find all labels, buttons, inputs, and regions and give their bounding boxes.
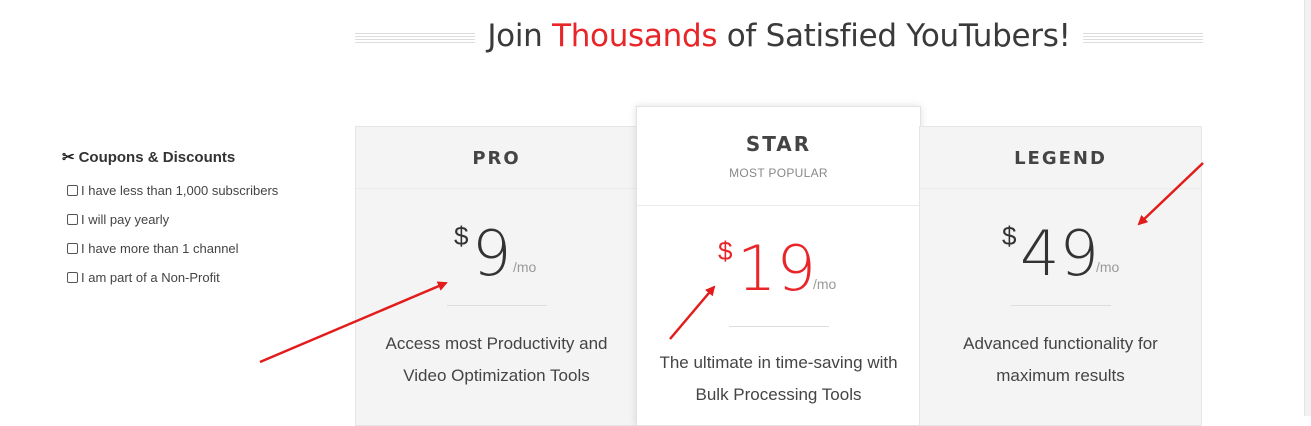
plan-name: LEGEND	[1014, 148, 1107, 169]
price-divider	[1010, 305, 1111, 306]
checkbox-yearly[interactable]	[67, 214, 78, 225]
price-amount: 49	[1020, 217, 1099, 290]
currency-symbol: $	[718, 236, 733, 266]
coupon-option-multi-channel[interactable]: I have more than 1 channel	[67, 241, 278, 256]
description-line-1: Access most Productivity and	[385, 334, 608, 353]
plan-name: PRO	[472, 148, 521, 169]
description-line-1: Advanced functionality for	[963, 334, 1158, 353]
plan-name: STAR	[745, 132, 812, 156]
description-line-1: The ultimate in time-saving with	[659, 353, 898, 372]
coupon-option-label: I am part of a Non-Profit	[81, 270, 220, 285]
title-highlight: Thousands	[552, 18, 718, 54]
most-popular-badge: MOST POPULAR	[729, 166, 828, 180]
heading-divider-right	[1082, 33, 1204, 43]
description-line-2: maximum results	[996, 366, 1125, 385]
coupon-option-nonprofit[interactable]: I am part of a Non-Profit	[67, 270, 278, 285]
plan-card-star[interactable]: STAR MOST POPULAR $ 19 /mo The ultimate …	[636, 106, 921, 426]
plan-header: STAR MOST POPULAR	[637, 107, 920, 206]
price-amount: 19	[737, 232, 816, 305]
plan-header: PRO	[356, 127, 637, 189]
coupon-option-label: I have more than 1 channel	[81, 241, 239, 256]
price-divider	[446, 305, 547, 306]
title-part-1: Join	[487, 18, 553, 54]
plan-description: Advanced functionality for maximum resul…	[920, 328, 1201, 392]
plan-card-pro[interactable]: PRO $ 9 /mo Access most Productivity and…	[355, 126, 638, 426]
plan-description: The ultimate in time-saving with Bulk Pr…	[637, 347, 920, 411]
price-amount: 9	[472, 217, 512, 290]
coupons-title-label: Coupons & Discounts	[78, 148, 236, 166]
checkbox-small-channel[interactable]	[67, 185, 78, 196]
currency-symbol: $	[454, 221, 469, 251]
plan-price: $ 19 /mo	[637, 232, 920, 310]
page-scrollbar[interactable]	[1304, 0, 1311, 416]
price-period: /mo	[513, 259, 537, 275]
plan-price: $ 9 /mo	[356, 217, 637, 295]
price-period: /mo	[813, 276, 837, 292]
scissors-icon: ✂	[62, 149, 75, 166]
plan-price: $ 49 /mo	[920, 217, 1201, 295]
description-line-2: Bulk Processing Tools	[695, 385, 862, 404]
section-heading: Join Thousands of Satisfied YouTubers!	[355, 14, 1204, 58]
plan-header: LEGEND	[920, 127, 1201, 189]
coupon-option-small-channel[interactable]: I have less than 1,000 subscribers	[67, 183, 278, 198]
plan-card-legend[interactable]: LEGEND $ 49 /mo Advanced functionality f…	[919, 126, 1202, 426]
price-divider	[728, 326, 829, 327]
coupon-option-label: I will pay yearly	[81, 212, 170, 227]
checkbox-nonprofit[interactable]	[67, 272, 78, 283]
checkbox-multi-channel[interactable]	[67, 243, 78, 254]
page-title: Join Thousands of Satisfied YouTubers!	[475, 18, 1082, 54]
title-part-2: of Satisfied YouTubers!	[717, 18, 1071, 54]
coupons-title: ✂ Coupons & Discounts	[62, 148, 278, 167]
plan-description: Access most Productivity and Video Optim…	[356, 328, 637, 392]
coupons-panel: ✂ Coupons & Discounts I have less than 1…	[62, 148, 278, 286]
price-period: /mo	[1096, 259, 1120, 275]
coupon-option-yearly[interactable]: I will pay yearly	[67, 212, 278, 227]
currency-symbol: $	[1002, 221, 1017, 251]
description-line-2: Video Optimization Tools	[403, 366, 590, 385]
heading-divider-left	[355, 33, 476, 43]
coupon-option-label: I have less than 1,000 subscribers	[81, 183, 279, 198]
